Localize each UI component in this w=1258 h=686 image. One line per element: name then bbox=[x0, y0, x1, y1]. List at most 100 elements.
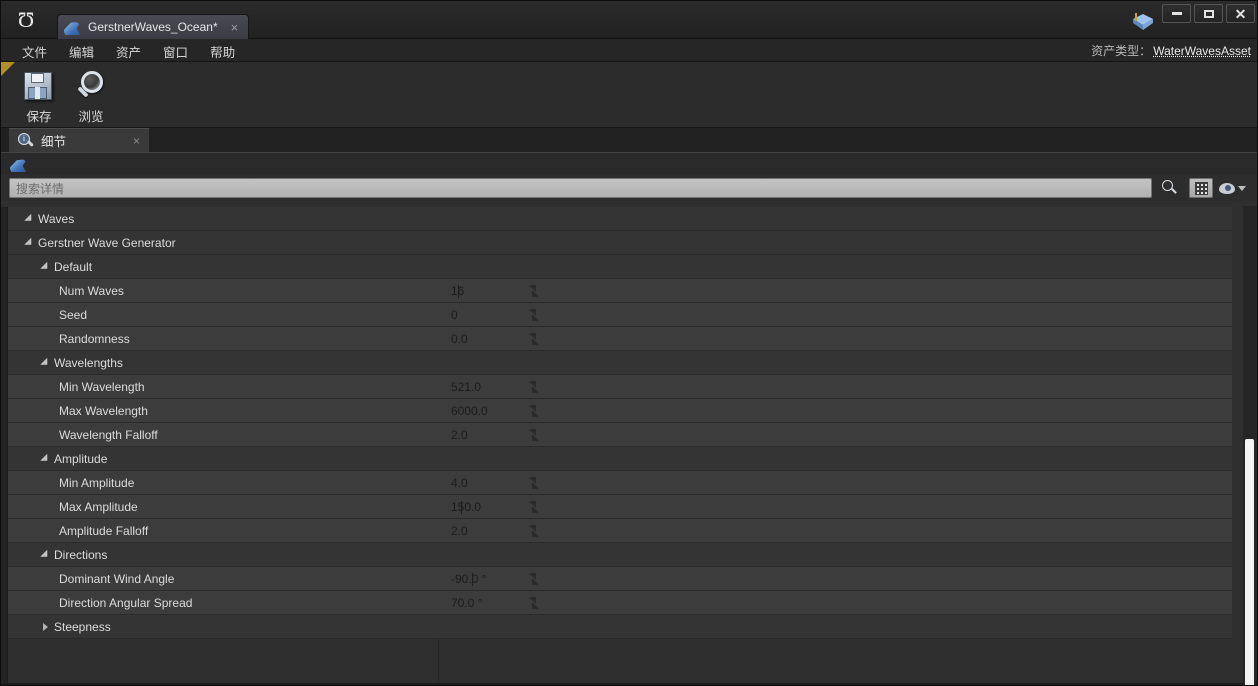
row-label: Directions bbox=[54, 547, 108, 562]
chevron-down-icon[interactable] bbox=[40, 453, 51, 464]
column-settings-button[interactable] bbox=[1189, 178, 1213, 198]
spinner-arrows-icon[interactable] bbox=[529, 285, 540, 297]
menu-bar: 文件 编辑 资产 窗口 帮助 资产类型： WaterWavesAsset bbox=[1, 39, 1257, 64]
spinner-arrows-icon[interactable] bbox=[529, 309, 540, 321]
property-row-max-wavelength[interactable]: Max Wavelength bbox=[8, 399, 1232, 423]
spinner-arrows-icon[interactable] bbox=[529, 525, 540, 537]
chevron-down-icon[interactable] bbox=[40, 357, 51, 368]
search-row: 搜索详情 bbox=[1, 175, 1257, 201]
category-row-amplitude[interactable]: Amplitude bbox=[8, 447, 1232, 471]
category-row-steepness[interactable]: Steepness bbox=[8, 615, 1232, 639]
vertical-scrollbar-track[interactable] bbox=[1243, 206, 1257, 685]
spinner-arrows-icon[interactable] bbox=[529, 477, 540, 489]
column-settings-icon bbox=[1194, 181, 1208, 195]
row-label-wrap: Wavelengths bbox=[8, 356, 123, 370]
asset-type-value[interactable]: WaterWavesAsset bbox=[1153, 44, 1251, 58]
water-wave-icon bbox=[64, 20, 81, 35]
close-icon: ✕ bbox=[1234, 5, 1247, 22]
row-label-wrap: Amplitude Falloff bbox=[8, 524, 148, 538]
property-row-amplitude-falloff[interactable]: Amplitude Falloff bbox=[8, 519, 1232, 543]
close-icon[interactable]: × bbox=[231, 21, 239, 34]
tab-details[interactable]: i 细节 × bbox=[9, 128, 149, 152]
row-label: Steepness bbox=[54, 619, 111, 634]
numeric-value: 150.0 bbox=[451, 499, 482, 514]
floppy-disk-save-icon bbox=[22, 69, 56, 103]
visibility-options-button[interactable] bbox=[1219, 178, 1246, 198]
vertical-scrollbar-thumb[interactable] bbox=[1245, 439, 1254, 685]
row-label-wrap: Max Wavelength bbox=[8, 404, 148, 418]
row-label: Direction Angular Spread bbox=[59, 595, 193, 610]
row-label-wrap: Num Waves bbox=[8, 284, 124, 298]
property-row-min-amplitude[interactable]: Min Amplitude bbox=[8, 471, 1232, 495]
numeric-value: 2.0 bbox=[451, 427, 468, 442]
panel-tab-strip: i 细节 × bbox=[1, 128, 1257, 152]
category-row-wavelengths[interactable]: Wavelengths bbox=[8, 351, 1232, 375]
menu-help[interactable]: 帮助 bbox=[199, 39, 246, 64]
browse-button[interactable]: 浏览 bbox=[65, 65, 117, 125]
numeric-value: 16 bbox=[445, 284, 464, 298]
numeric-value: 6000.0 bbox=[451, 403, 488, 418]
water-wave-icon bbox=[10, 157, 27, 172]
menu-asset[interactable]: 资产 bbox=[105, 39, 152, 64]
property-row-dominant-wind-angle[interactable]: Dominant Wind Angle bbox=[8, 567, 1232, 591]
category-row-default[interactable]: Default bbox=[8, 255, 1232, 279]
chevron-right-icon[interactable] bbox=[43, 622, 48, 631]
row-label: Max Wavelength bbox=[59, 403, 148, 418]
save-button[interactable]: 保存 bbox=[13, 65, 65, 125]
spinner-arrows-icon[interactable] bbox=[529, 501, 540, 513]
category-row-directions[interactable]: Directions bbox=[8, 543, 1232, 567]
close-icon[interactable]: × bbox=[107, 135, 140, 147]
property-row-randomness[interactable]: Randomness bbox=[8, 327, 1232, 351]
asset-type-indicator: 资产类型： WaterWavesAsset bbox=[1091, 42, 1251, 59]
menu-edit[interactable]: 编辑 bbox=[58, 39, 105, 64]
panel-object-header bbox=[1, 153, 1257, 175]
spinner-arrows-icon[interactable] bbox=[529, 429, 540, 441]
search-placeholder: 搜索详情 bbox=[16, 181, 65, 196]
chevron-down-icon[interactable] bbox=[24, 237, 35, 248]
close-button[interactable]: ✕ bbox=[1226, 4, 1255, 23]
search-input[interactable]: 搜索详情 bbox=[9, 178, 1152, 198]
category-row-gerstner-wave-generator[interactable]: Gerstner Wave Generator bbox=[8, 231, 1232, 255]
chevron-down-icon[interactable] bbox=[40, 549, 51, 560]
row-label-wrap: Randomness bbox=[8, 332, 130, 346]
property-row-num-waves[interactable]: Num Waves bbox=[8, 279, 1232, 303]
row-label-wrap: Waves bbox=[8, 212, 74, 226]
row-label-wrap: Min Amplitude bbox=[8, 476, 134, 490]
details-panel: 搜索详情 WavesGerstner Water Wave Generator … bbox=[1, 152, 1257, 685]
details-info-icon: i bbox=[18, 132, 34, 149]
row-label: Randomness bbox=[59, 331, 130, 346]
text-caret bbox=[472, 573, 473, 586]
property-row-wavelength-falloff[interactable]: Wavelength Falloff bbox=[8, 423, 1232, 447]
menu-window[interactable]: 窗口 bbox=[152, 39, 199, 64]
spinner-arrows-icon[interactable] bbox=[529, 597, 540, 609]
spinner-arrows-icon[interactable] bbox=[529, 381, 540, 393]
spinner-arrows-icon[interactable] bbox=[529, 333, 540, 345]
numeric-value: 0.0 bbox=[451, 331, 468, 346]
property-row-direction-angular-spread[interactable]: Direction Angular Spread bbox=[8, 591, 1232, 615]
menu-file[interactable]: 文件 bbox=[11, 39, 58, 64]
chevron-down-icon[interactable] bbox=[24, 213, 35, 224]
search-icon[interactable] bbox=[1160, 179, 1178, 197]
category-row-waves[interactable]: Waves bbox=[8, 207, 1232, 231]
row-label: Amplitude Falloff bbox=[59, 523, 149, 538]
property-row-max-amplitude[interactable]: Max Amplitude bbox=[8, 495, 1232, 519]
numeric-value: 521.0 bbox=[451, 379, 482, 394]
row-label: Min Amplitude bbox=[59, 475, 135, 490]
numeric-value: 0 bbox=[451, 307, 458, 322]
maximize-button[interactable] bbox=[1194, 4, 1223, 23]
spinner-arrows-icon[interactable] bbox=[529, 405, 540, 417]
minimize-button[interactable] bbox=[1162, 4, 1191, 23]
spinner-arrows-icon[interactable] bbox=[529, 573, 540, 585]
property-row-min-wavelength[interactable]: Min Wavelength bbox=[8, 375, 1232, 399]
row-label-wrap: Gerstner Wave Generator bbox=[8, 236, 176, 250]
chevron-down-icon[interactable] bbox=[40, 261, 51, 272]
browse-button-label: 浏览 bbox=[78, 110, 104, 124]
row-label: Wavelength Falloff bbox=[59, 427, 158, 442]
row-label: Min Wavelength bbox=[59, 379, 145, 394]
property-row-seed[interactable]: Seed bbox=[8, 303, 1232, 327]
editor-toolbar: 保存 浏览 bbox=[1, 62, 1257, 128]
property-rows: WavesGerstner Water Wave Generator Simpl… bbox=[1, 207, 1257, 685]
row-label-wrap: Seed bbox=[8, 308, 87, 322]
asset-document-tab[interactable]: GerstnerWaves_Ocean* × bbox=[57, 14, 250, 39]
window-controls: ✕ bbox=[1162, 4, 1255, 23]
